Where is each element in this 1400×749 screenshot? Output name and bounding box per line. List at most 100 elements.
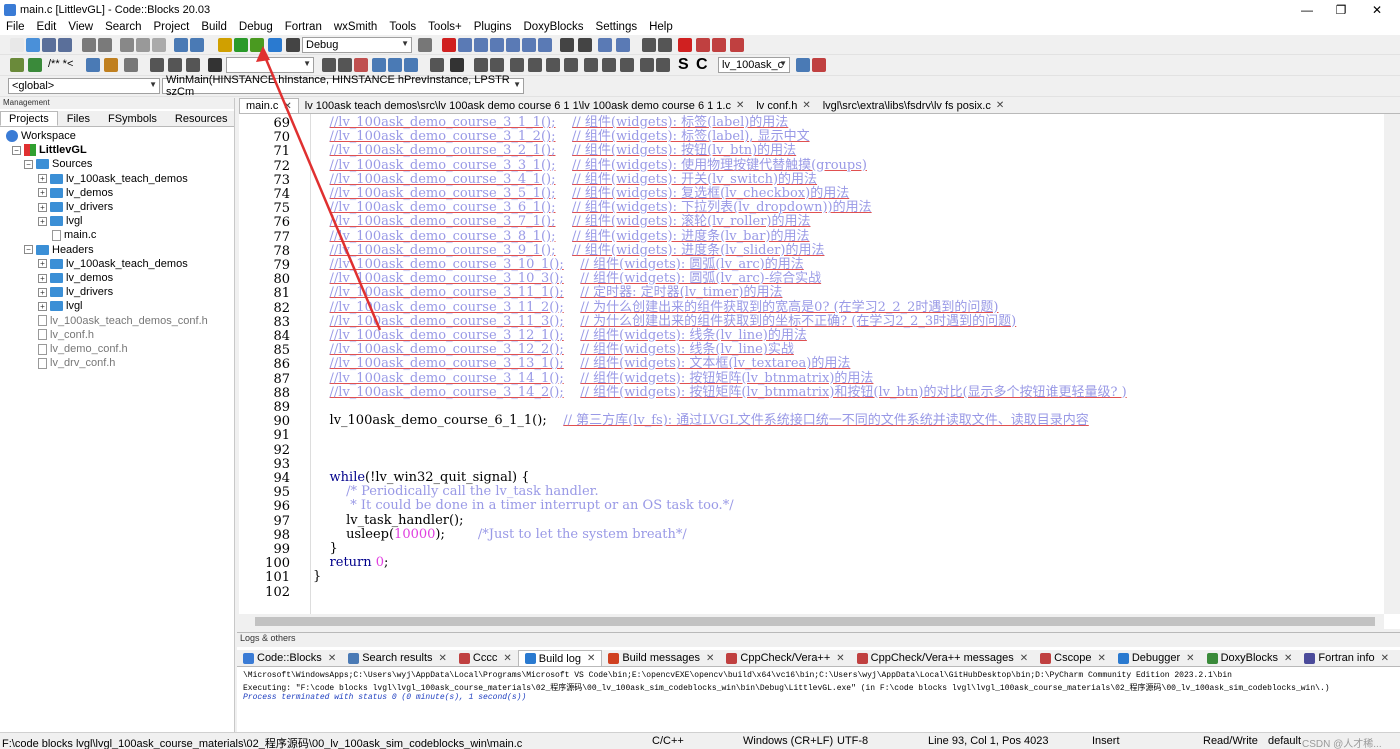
vertical-scrollbar[interactable] [1384,114,1400,614]
save-icon[interactable] [42,38,56,52]
build-options-icon[interactable] [418,38,432,52]
select-c-button[interactable]: C [696,56,708,74]
menu-plugins[interactable]: Plugins [468,21,518,33]
prev-bookmark-icon[interactable] [696,38,710,52]
match-case-icon[interactable] [388,58,402,72]
log-tab[interactable]: Cccc ✕ [453,650,518,666]
collapse-icon[interactable]: − [24,245,33,255]
break-debugger-icon[interactable] [560,38,574,52]
symbol-select[interactable]: lv_100ask_c ▼ [718,57,790,73]
log-tab[interactable]: Search results ✕ [342,650,453,666]
abort-icon[interactable] [286,38,300,52]
editor-tab[interactable]: lv conf.h ✕ [750,98,816,113]
close-tab-icon[interactable]: ✕ [1284,653,1292,664]
wxsmith-icon[interactable] [10,58,24,72]
rect-icon[interactable] [450,58,464,72]
management-tab-resources[interactable]: Resources [166,111,237,126]
expand-icon[interactable]: + [38,174,47,184]
close-tab-icon[interactable]: ✕ [587,653,595,664]
frame1-icon[interactable] [490,58,504,72]
menu-search[interactable]: Search [99,21,147,33]
debug-icon[interactable] [442,38,456,52]
code-area[interactable]: //lv_100ask_demo_course_3_1_1(); // 组件(w… [313,114,1383,614]
highlight-icon[interactable] [354,58,368,72]
next-instruction-icon[interactable] [522,38,536,52]
toggle-icon[interactable] [168,58,182,72]
tree-node[interactable]: + lv_100ask_teach_demos [38,172,188,186]
tree-node[interactable]: lv_demo_conf.h [38,342,128,356]
management-tab-files[interactable]: Files [58,111,99,126]
frame8-icon[interactable] [620,58,634,72]
close-tab-icon[interactable]: ✕ [439,653,447,664]
expand-icon[interactable]: + [38,202,47,212]
collapse-icon[interactable]: − [12,145,21,155]
frame5-icon[interactable] [564,58,578,72]
menu-tools[interactable]: Tools+ [422,21,468,33]
editor-tab[interactable]: lv 100ask teach demos\src\lv 100ask demo… [299,98,751,113]
menu-fortran[interactable]: Fortran [279,21,328,33]
tree-node[interactable]: + lv_drivers [38,200,113,214]
tree-node[interactable]: + lv_demos [38,271,113,285]
log-tab[interactable]: CppCheck/Vera++ messages ✕ [851,650,1034,666]
menu-file[interactable]: File [0,21,31,33]
grid-icon[interactable] [474,58,488,72]
tree-node[interactable]: − LittlevGL [12,143,87,157]
find-icon[interactable] [174,38,188,52]
debug-windows-icon[interactable] [598,38,612,52]
prev-icon[interactable] [150,58,164,72]
log-tab[interactable]: Build log ✕ [517,650,603,666]
next-line-icon[interactable] [474,38,488,52]
build-icon[interactable] [218,38,232,52]
close-tab-icon[interactable]: ✕ [503,653,511,664]
doxy-extract-icon[interactable] [104,58,118,72]
menu-debug[interactable]: Debug [233,21,279,33]
tree-node[interactable]: + lv_demos [38,186,113,200]
replace-icon[interactable] [190,38,204,52]
function-select[interactable]: WinMain(HINSTANCE hInstance, HINSTANCE h… [162,74,524,98]
tree-node[interactable]: lv_conf.h [38,328,94,342]
menu-tools[interactable]: Tools [383,21,422,33]
close-tab-icon[interactable]: ✕ [836,653,844,664]
close-tab-icon[interactable]: ✕ [1186,653,1194,664]
expand-icon[interactable]: + [38,287,47,297]
frame7-icon[interactable] [602,58,616,72]
log-tab[interactable]: Code::Blocks ✕ [237,650,342,666]
frame6-icon[interactable] [584,58,598,72]
selected-text-icon[interactable] [372,58,386,72]
menu-wxsmith[interactable]: wxSmith [328,21,383,33]
open-icon[interactable] [26,38,40,52]
close-button[interactable]: ✕ [1354,0,1400,19]
tree-node[interactable]: main.c [52,228,96,242]
close-tab-icon[interactable]: ✕ [706,653,714,664]
symbol-find-icon[interactable] [796,58,810,72]
clear-icon[interactable] [208,58,222,72]
step-out-icon[interactable] [506,38,520,52]
regex-icon[interactable] [404,58,418,72]
log-tab[interactable]: Fortran info ✕ [1298,650,1395,666]
close-tab-icon[interactable]: ✕ [283,101,291,112]
collapse-icon[interactable]: − [24,159,33,169]
frame2-icon[interactable] [510,58,524,72]
management-tab-projects[interactable]: Projects [0,111,58,126]
tree-node[interactable]: − Sources [24,157,92,171]
tree-node[interactable]: − Headers [24,243,94,257]
expand-icon[interactable]: + [38,259,47,269]
select-icon[interactable] [430,58,444,72]
find-prev-icon[interactable] [322,58,336,72]
step-into-instruction-icon[interactable] [538,38,552,52]
build-and-run-icon[interactable] [250,38,264,52]
management-tab-fsymbols[interactable]: FSymbols [99,111,166,126]
new-file-icon[interactable] [10,38,24,52]
log-tab[interactable]: CppCheck/Vera++ ✕ [720,650,850,666]
close-tab-icon[interactable]: ✕ [736,100,744,111]
select-s-button[interactable]: S [678,56,689,74]
paste-icon[interactable] [152,38,166,52]
comment-button[interactable]: /** *< [48,58,73,70]
debug-info-icon[interactable] [616,38,630,52]
horizontal-scroll-thumb[interactable] [255,617,1375,626]
run-icon[interactable] [234,38,248,52]
search-text-select[interactable]: ▼ [226,57,314,73]
scope-select[interactable]: <global> ▼ [8,78,160,94]
symbol-settings-icon[interactable] [812,58,826,72]
run-to-cursor-icon[interactable] [458,38,472,52]
